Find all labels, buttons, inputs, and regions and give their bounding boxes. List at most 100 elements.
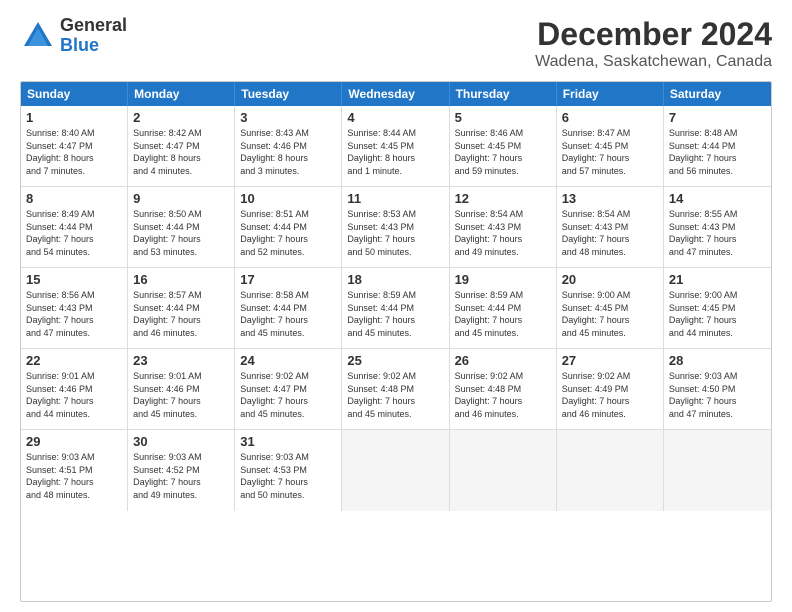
calendar-week: 15Sunrise: 8:56 AMSunset: 4:43 PMDayligh… [21, 268, 771, 349]
day-number: 8 [26, 191, 122, 206]
day-number: 11 [347, 191, 443, 206]
day-number: 29 [26, 434, 122, 449]
calendar-header-day: Monday [128, 82, 235, 106]
main-title: December 2024 [535, 16, 772, 53]
day-number: 4 [347, 110, 443, 125]
calendar-week: 22 Sunrise: 9:01 AMSunset: 4:46 PMDayligh… [21, 349, 771, 430]
cell-info: Sunrise: 9:01 AMSunset: 4:46 PMDaylight:… [26, 370, 122, 420]
calendar-header: SundayMondayTuesdayWednesdayThursdayFrid… [21, 82, 771, 106]
calendar-cell: 2 Sunrise: 8:42 AMSunset: 4:47 PMDaylight… [128, 106, 235, 186]
cell-info: Sunrise: 8:57 AMSunset: 4:44 PMDaylight:… [133, 289, 229, 339]
cell-info: Sunrise: 8:42 AMSunset: 4:47 PMDaylight:… [133, 127, 229, 177]
cell-info: Sunrise: 8:56 AMSunset: 4:43 PMDaylight:… [26, 289, 122, 339]
day-number: 12 [455, 191, 551, 206]
cell-info: Sunrise: 8:46 AMSunset: 4:45 PMDaylight:… [455, 127, 551, 177]
calendar-cell: 5 Sunrise: 8:46 AMSunset: 4:45 PMDaylight… [450, 106, 557, 186]
calendar-cell: 7 Sunrise: 8:48 AMSunset: 4:44 PMDaylight… [664, 106, 771, 186]
day-number: 19 [455, 272, 551, 287]
calendar-cell: 28Sunrise: 9:03 AMSunset: 4:50 PMDayligh… [664, 349, 771, 429]
cell-info: Sunrise: 8:48 AMSunset: 4:44 PMDaylight:… [669, 127, 766, 177]
calendar-cell: 31 Sunrise: 9:03 AMSunset: 4:53 PMDayligh… [235, 430, 342, 511]
cell-info: Sunrise: 8:59 AMSunset: 4:44 PMDaylight:… [347, 289, 443, 339]
cell-info: Sunrise: 8:58 AMSunset: 4:44 PMDaylight:… [240, 289, 336, 339]
calendar-cell: 21 Sunrise: 9:00 AMSunset: 4:45 PMDayligh… [664, 268, 771, 348]
cell-info: Sunrise: 8:54 AMSunset: 4:43 PMDaylight:… [455, 208, 551, 258]
calendar-cell [450, 430, 557, 511]
cell-info: Sunrise: 8:40 AMSunset: 4:47 PMDaylight:… [26, 127, 122, 177]
day-number: 22 [26, 353, 122, 368]
calendar-header-day: Thursday [450, 82, 557, 106]
calendar-week: 29 Sunrise: 9:03 AMSunset: 4:51 PMDayligh… [21, 430, 771, 511]
calendar-cell: 23 Sunrise: 9:01 AMSunset: 4:46 PMDayligh… [128, 349, 235, 429]
day-number: 23 [133, 353, 229, 368]
calendar-header-day: Friday [557, 82, 664, 106]
day-number: 14 [669, 191, 766, 206]
day-number: 13 [562, 191, 658, 206]
cell-info: Sunrise: 8:55 AMSunset: 4:43 PMDaylight:… [669, 208, 766, 258]
day-number: 1 [26, 110, 122, 125]
cell-info: Sunrise: 9:00 AMSunset: 4:45 PMDaylight:… [669, 289, 766, 339]
cell-info: Sunrise: 9:00 AMSunset: 4:45 PMDaylight:… [562, 289, 658, 339]
day-number: 2 [133, 110, 229, 125]
cell-info: Sunrise: 8:43 AMSunset: 4:46 PMDaylight:… [240, 127, 336, 177]
day-number: 18 [347, 272, 443, 287]
calendar-cell: 11Sunrise: 8:53 AMSunset: 4:43 PMDayligh… [342, 187, 449, 267]
page: General Blue December 2024 Wadena, Saska… [0, 0, 792, 612]
day-number: 17 [240, 272, 336, 287]
calendar-header-day: Tuesday [235, 82, 342, 106]
cell-info: Sunrise: 8:54 AMSunset: 4:43 PMDaylight:… [562, 208, 658, 258]
day-number: 5 [455, 110, 551, 125]
cell-info: Sunrise: 8:50 AMSunset: 4:44 PMDaylight:… [133, 208, 229, 258]
cell-info: Sunrise: 9:02 AMSunset: 4:49 PMDaylight:… [562, 370, 658, 420]
day-number: 20 [562, 272, 658, 287]
calendar-body: 1 Sunrise: 8:40 AMSunset: 4:47 PMDaylight… [21, 106, 771, 511]
calendar-header-day: Saturday [664, 82, 771, 106]
calendar: SundayMondayTuesdayWednesdayThursdayFrid… [20, 81, 772, 602]
logo-general: General [60, 16, 127, 36]
subtitle: Wadena, Saskatchewan, Canada [535, 53, 772, 71]
calendar-cell: 16Sunrise: 8:57 AMSunset: 4:44 PMDayligh… [128, 268, 235, 348]
cell-info: Sunrise: 9:01 AMSunset: 4:46 PMDaylight:… [133, 370, 229, 420]
day-number: 21 [669, 272, 766, 287]
calendar-cell: 19 Sunrise: 8:59 AMSunset: 4:44 PMDayligh… [450, 268, 557, 348]
calendar-cell: 9 Sunrise: 8:50 AMSunset: 4:44 PMDaylight… [128, 187, 235, 267]
cell-info: Sunrise: 8:59 AMSunset: 4:44 PMDaylight:… [455, 289, 551, 339]
logo: General Blue [20, 16, 127, 56]
cell-info: Sunrise: 8:44 AMSunset: 4:45 PMDaylight:… [347, 127, 443, 177]
calendar-cell: 3 Sunrise: 8:43 AMSunset: 4:46 PMDaylight… [235, 106, 342, 186]
day-number: 10 [240, 191, 336, 206]
calendar-cell: 8 Sunrise: 8:49 AMSunset: 4:44 PMDaylight… [21, 187, 128, 267]
header: General Blue December 2024 Wadena, Saska… [20, 16, 772, 71]
calendar-cell: 25Sunrise: 9:02 AMSunset: 4:48 PMDayligh… [342, 349, 449, 429]
cell-info: Sunrise: 8:49 AMSunset: 4:44 PMDaylight:… [26, 208, 122, 258]
day-number: 24 [240, 353, 336, 368]
cell-info: Sunrise: 8:51 AMSunset: 4:44 PMDaylight:… [240, 208, 336, 258]
cell-info: Sunrise: 8:47 AMSunset: 4:45 PMDaylight:… [562, 127, 658, 177]
calendar-header-day: Sunday [21, 82, 128, 106]
logo-text: General Blue [60, 16, 127, 56]
logo-icon [20, 18, 56, 54]
calendar-cell: 17 Sunrise: 8:58 AMSunset: 4:44 PMDayligh… [235, 268, 342, 348]
cell-info: Sunrise: 9:03 AMSunset: 4:53 PMDaylight:… [240, 451, 336, 501]
logo-blue: Blue [60, 36, 127, 56]
calendar-cell [664, 430, 771, 511]
calendar-cell: 29 Sunrise: 9:03 AMSunset: 4:51 PMDayligh… [21, 430, 128, 511]
day-number: 3 [240, 110, 336, 125]
calendar-cell: 4 Sunrise: 8:44 AMSunset: 4:45 PMDaylight… [342, 106, 449, 186]
calendar-week: 8 Sunrise: 8:49 AMSunset: 4:44 PMDaylight… [21, 187, 771, 268]
cell-info: Sunrise: 9:03 AMSunset: 4:51 PMDaylight:… [26, 451, 122, 501]
calendar-cell: 15Sunrise: 8:56 AMSunset: 4:43 PMDayligh… [21, 268, 128, 348]
day-number: 31 [240, 434, 336, 449]
calendar-header-day: Wednesday [342, 82, 449, 106]
day-number: 28 [669, 353, 766, 368]
calendar-cell: 12 Sunrise: 8:54 AMSunset: 4:43 PMDayligh… [450, 187, 557, 267]
cell-info: Sunrise: 9:02 AMSunset: 4:48 PMDaylight:… [455, 370, 551, 420]
day-number: 9 [133, 191, 229, 206]
calendar-cell: 14 Sunrise: 8:55 AMSunset: 4:43 PMDayligh… [664, 187, 771, 267]
calendar-cell: 10 Sunrise: 8:51 AMSunset: 4:44 PMDayligh… [235, 187, 342, 267]
calendar-cell: 22 Sunrise: 9:01 AMSunset: 4:46 PMDayligh… [21, 349, 128, 429]
calendar-week: 1 Sunrise: 8:40 AMSunset: 4:47 PMDaylight… [21, 106, 771, 187]
cell-info: Sunrise: 9:02 AMSunset: 4:47 PMDaylight:… [240, 370, 336, 420]
day-number: 7 [669, 110, 766, 125]
cell-info: Sunrise: 9:03 AMSunset: 4:52 PMDaylight:… [133, 451, 229, 501]
